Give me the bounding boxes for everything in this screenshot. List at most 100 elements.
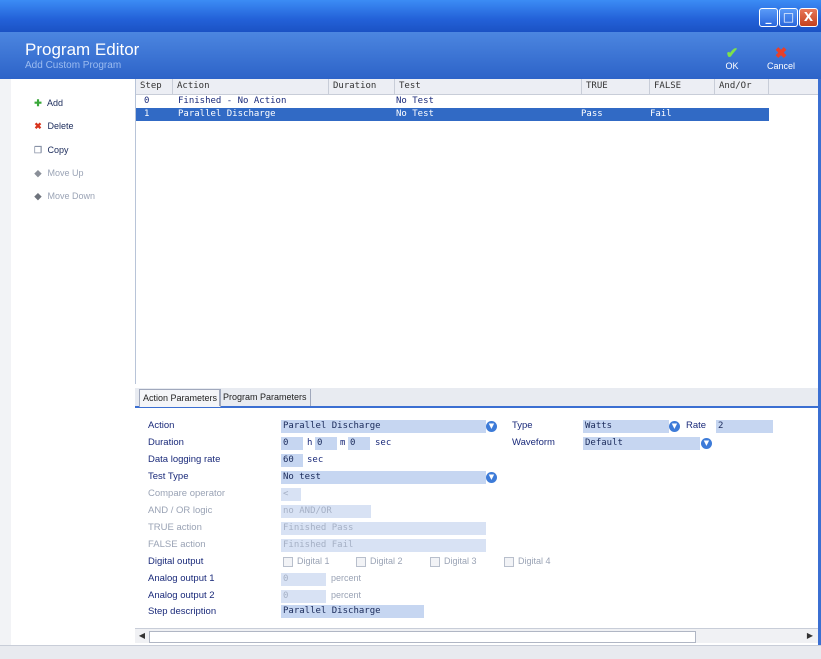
chevron-down-icon[interactable]: ▼ <box>486 472 497 483</box>
cell-step: 0 <box>144 96 150 106</box>
ok-button[interactable]: ✔ OK <box>722 46 742 71</box>
column-header-duration[interactable]: Duration <box>329 79 395 94</box>
test-type-dropdown[interactable]: No test <box>281 471 486 484</box>
false-action-label: FALSE action <box>148 539 206 550</box>
digital-2-checkbox[interactable]: Digital 2 <box>356 556 403 567</box>
duration-seconds-input[interactable]: 0 <box>348 437 370 450</box>
chevron-down-icon[interactable]: ▼ <box>669 421 680 432</box>
minutes-unit: m <box>340 438 346 448</box>
rate-input[interactable]: 2 <box>716 420 773 433</box>
digital-4-label: Digital 4 <box>518 556 551 566</box>
checkbox-icon <box>430 556 440 567</box>
cell-test: No Test <box>396 96 434 106</box>
editor-header: Program Editor Add Custom Program ✔ OK ✖… <box>0 32 821 79</box>
delete-label: Delete <box>47 121 74 131</box>
seconds-unit: sec <box>375 438 392 448</box>
analog-output-1-input[interactable]: 0 <box>281 573 326 586</box>
true-action-label: TRUE action <box>148 522 202 533</box>
move-down-button[interactable]: ◆ Move Down <box>31 188 96 204</box>
column-header-action[interactable]: Action <box>173 79 329 94</box>
cancel-button[interactable]: ✖ Cancel <box>764 46 798 71</box>
false-action-field[interactable]: Finished Fail <box>281 539 486 552</box>
duration-label: Duration <box>148 437 184 448</box>
copy-icon: ❐ <box>33 145 43 155</box>
cancel-x-icon: ✖ <box>774 45 788 62</box>
chevron-down-icon[interactable]: ▼ <box>486 421 497 432</box>
delete-button[interactable]: ✖ Delete <box>31 118 74 134</box>
hours-unit: h <box>307 438 313 448</box>
page-subtitle: Add Custom Program <box>25 60 122 71</box>
move-down-label: Move Down <box>47 191 96 201</box>
logging-rate-unit: sec <box>307 455 324 465</box>
rate-label: Rate <box>686 420 707 431</box>
digital-2-label: Digital 2 <box>370 556 403 566</box>
left-frame <box>0 79 11 645</box>
checkbox-icon <box>356 556 366 567</box>
analog-output-2-input[interactable]: 0 <box>281 590 326 603</box>
analog-output-2-unit: percent <box>331 590 362 600</box>
maximize-button[interactable]: □ <box>779 8 798 27</box>
type-dropdown[interactable]: Watts <box>583 420 669 433</box>
chevron-down-icon[interactable]: ▼ <box>701 438 712 449</box>
move-up-label: Move Up <box>47 168 84 178</box>
tab-action-parameters[interactable]: Action Parameters <box>139 389 222 407</box>
copy-button[interactable]: ❐ Copy <box>31 142 69 158</box>
arrow-up-icon: ◆ <box>34 168 42 178</box>
cell-test: No Test <box>396 109 434 119</box>
table-row[interactable]: 0 Finished - No Action No Test <box>136 95 769 108</box>
cell-action: Finished - No Action <box>178 96 287 106</box>
compare-operator-label: Compare operator <box>148 488 226 499</box>
page-title: Program Editor <box>25 40 140 59</box>
column-header-andor[interactable]: And/Or <box>715 79 769 94</box>
andor-logic-field[interactable]: no AND/OR <box>281 505 371 518</box>
ok-label: OK <box>725 61 739 71</box>
step-description-input[interactable]: Parallel Discharge <box>281 605 424 618</box>
waveform-dropdown[interactable]: Default <box>583 437 700 450</box>
table-header: Step Action Duration Test TRUE FALSE And… <box>136 79 819 95</box>
add-label: Add <box>47 98 64 108</box>
duration-minutes-input[interactable]: 0 <box>315 437 337 450</box>
window-titlebar: _ □ X <box>0 0 821 32</box>
cell-true: Pass <box>581 109 603 119</box>
table-row-selected[interactable]: 1 Parallel Discharge No Test Pass Fail <box>136 108 769 121</box>
copy-label: Copy <box>47 145 69 155</box>
cell-step: 1 <box>144 109 150 119</box>
analog-output-1-unit: percent <box>331 573 362 583</box>
action-parameters-panel: Action Parallel Discharge ▼ Type Watts ▼… <box>135 408 818 628</box>
digital-1-checkbox[interactable]: Digital 1 <box>283 556 330 567</box>
action-label: Action <box>148 420 175 431</box>
column-header-test[interactable]: Test <box>395 79 582 94</box>
arrow-down-icon: ◆ <box>34 191 42 201</box>
true-action-field[interactable]: Finished Pass <box>281 522 486 535</box>
action-dropdown[interactable]: Parallel Discharge <box>281 420 486 433</box>
andor-logic-label: AND / OR logic <box>148 505 213 516</box>
scrollbar-thumb[interactable] <box>149 631 696 643</box>
logging-rate-input[interactable]: 60 <box>281 454 303 467</box>
add-button[interactable]: ✚ Add <box>31 95 63 111</box>
analog-output-1-label: Analog output 1 <box>148 573 215 584</box>
compare-operator-field[interactable]: < <box>281 488 301 501</box>
move-up-button[interactable]: ◆ Move Up <box>31 165 84 181</box>
duration-hours-input[interactable]: 0 <box>281 437 303 450</box>
scroll-right-icon[interactable]: ▶ <box>804 630 816 642</box>
digital-output-label: Digital output <box>148 556 204 567</box>
delete-x-icon: ✖ <box>34 121 42 131</box>
column-header-true[interactable]: TRUE <box>582 79 650 94</box>
cell-action: Parallel Discharge <box>178 109 276 119</box>
digital-1-label: Digital 1 <box>297 556 330 566</box>
digital-3-label: Digital 3 <box>444 556 477 566</box>
plus-icon: ✚ <box>34 98 42 108</box>
digital-4-checkbox[interactable]: Digital 4 <box>504 556 551 567</box>
close-button[interactable]: X <box>799 8 818 27</box>
digital-3-checkbox[interactable]: Digital 3 <box>430 556 477 567</box>
column-header-false[interactable]: FALSE <box>650 79 715 94</box>
tab-program-parameters[interactable]: Program Parameters <box>219 389 311 406</box>
column-header-step[interactable]: Step <box>136 79 173 94</box>
scroll-left-icon[interactable]: ◀ <box>136 630 148 642</box>
type-label: Type <box>512 420 533 431</box>
analog-output-2-label: Analog output 2 <box>148 590 215 601</box>
minimize-button[interactable]: _ <box>759 8 778 27</box>
horizontal-scrollbar[interactable]: ◀ ▶ <box>135 628 818 643</box>
cancel-label: Cancel <box>766 61 795 71</box>
sidebar: ✚ Add ✖ Delete ❐ Copy ◆ Move Up ◆ Move D… <box>11 81 133 641</box>
